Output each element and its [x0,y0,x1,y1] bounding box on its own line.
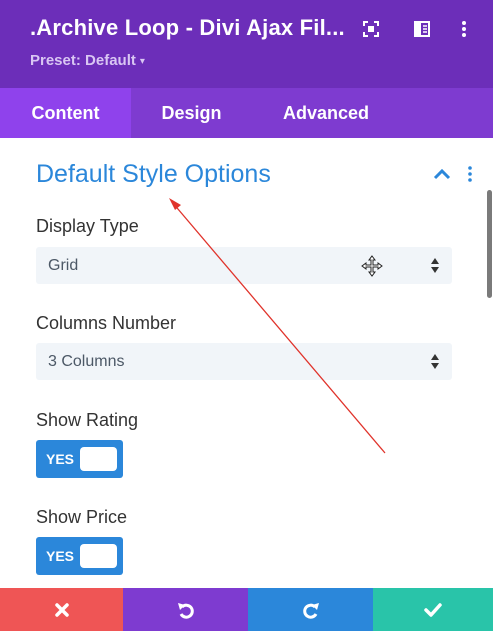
preset-caret-icon: ▾ [139,56,145,67]
fullscreen-icon[interactable] [360,18,382,40]
show-price-label: Show Price [36,507,128,527]
check-icon [424,602,442,617]
settings-tabs: Content Design Advanced [0,88,493,138]
select-arrows-icon [431,258,439,273]
redo-icon [302,602,319,619]
toggle-state-label: YES [46,451,75,467]
toggle-state-label: YES [46,548,75,564]
section-title[interactable]: Default Style Options [36,160,271,189]
action-bar [0,588,493,631]
preset-selector[interactable]: Preset: Default ▾ [30,52,145,69]
select-arrows-icon [431,354,439,369]
section-menu-icon[interactable] [462,164,478,184]
save-button[interactable] [373,588,493,631]
undo-button[interactable] [123,588,248,631]
display-type-select[interactable]: Grid [36,247,452,284]
undo-icon [177,602,194,619]
toggle-knob [80,544,117,568]
chevron-up-icon[interactable] [432,166,452,182]
columns-number-label: Columns Number [36,313,177,333]
show-rating-label: Show Rating [36,410,139,430]
module-settings-header: .Archive Loop - Divi Ajax Fil... Preset:… [0,0,493,88]
tab-advanced[interactable]: Advanced [252,88,400,138]
toggle-knob [80,447,117,471]
redo-button[interactable] [248,588,373,631]
split-view-icon[interactable] [411,18,433,40]
display-type-value: Grid [48,257,79,274]
move-cursor-icon [361,255,383,277]
columns-number-select[interactable]: 3 Columns [36,343,452,380]
scrollbar[interactable] [487,190,492,298]
display-type-label: Display Type [36,216,139,236]
show-price-toggle[interactable]: YES [36,537,123,575]
columns-number-value: 3 Columns [48,353,125,370]
preset-label: Preset: Default [30,52,136,69]
settings-content: Default Style Options Display Type Grid … [0,138,493,588]
tab-content[interactable]: Content [0,88,131,138]
close-icon [54,602,69,617]
module-title: .Archive Loop - Divi Ajax Fil... [30,15,345,40]
cancel-button[interactable] [0,588,123,631]
tab-design[interactable]: Design [131,88,252,138]
more-options-icon[interactable] [453,18,475,40]
show-rating-toggle[interactable]: YES [36,440,123,478]
